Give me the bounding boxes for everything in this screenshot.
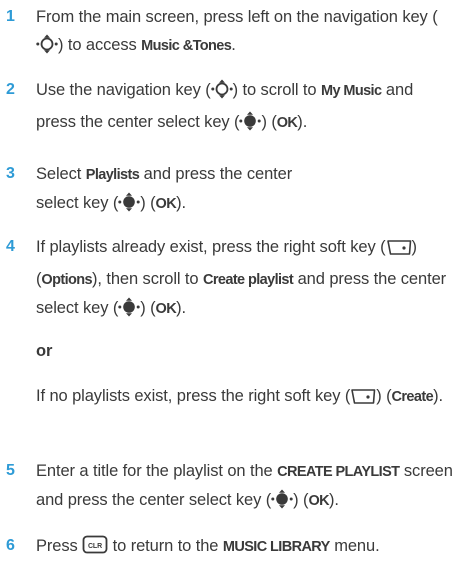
ui-term: My Music — [320, 83, 382, 99]
ui-term: Playlists — [85, 167, 140, 183]
svg-text:CLR: CLR — [88, 543, 102, 550]
center-select-key-icon — [118, 297, 140, 326]
ui-term: CREATE PLAYLIST — [277, 464, 400, 480]
center-select-key-icon — [271, 489, 293, 518]
ui-term: Create playlist — [202, 272, 294, 288]
step-text: Press CLR to return to the MUSIC LIBRARY… — [36, 532, 456, 564]
navigation-key-icon — [36, 34, 58, 63]
ui-term: MUSIC LIBRARY — [222, 539, 330, 555]
step-number: 4 — [6, 238, 15, 255]
step-number: 2 — [6, 81, 15, 98]
step-number: 6 — [6, 537, 15, 554]
ui-term: Music &Tones — [141, 38, 232, 54]
navigation-key-icon — [210, 79, 233, 108]
right-soft-key-icon — [350, 386, 376, 414]
ui-term: OK — [155, 196, 177, 212]
step-number: 5 — [6, 462, 15, 479]
ui-term: Options — [41, 272, 92, 288]
ui-term: Create — [391, 389, 434, 405]
right-soft-key-icon — [386, 237, 412, 265]
ui-term: OK — [155, 301, 177, 317]
step-text: Enter a title for the playlist on the CR… — [36, 457, 456, 518]
ui-term: OK — [276, 115, 298, 131]
center-select-key-icon — [118, 192, 140, 221]
step-number: 3 — [6, 165, 15, 182]
clear-key-icon: CLR — [82, 535, 108, 564]
ui-term: OK — [308, 493, 329, 509]
or-label: or — [36, 342, 53, 360]
step-text: Use the navigation key () to scroll to M… — [36, 76, 456, 140]
step-number: 1 — [6, 8, 15, 25]
step-text: Select Playlists and press the center se… — [36, 160, 336, 221]
step-text: If no playlists exist, press the right s… — [36, 382, 456, 414]
center-select-key-icon — [239, 111, 262, 140]
step-text: From the main screen, press left on the … — [36, 3, 456, 63]
step-text: If playlists already exist, press the ri… — [36, 233, 456, 326]
